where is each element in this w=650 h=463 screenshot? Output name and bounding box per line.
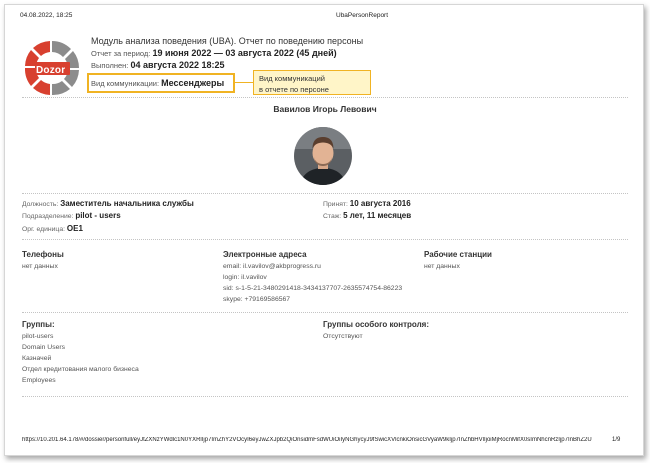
communication-type-value: Мессенджеры — [161, 78, 225, 88]
person-name: Вавилов Игорь Левович — [273, 104, 377, 114]
phones-value: нет данных — [22, 263, 58, 270]
divider — [22, 396, 628, 397]
group-item: Domain Users — [22, 344, 66, 351]
address-login: login: il.vavilov — [223, 274, 267, 281]
special-groups-title: Группы особого контроля: — [323, 320, 429, 329]
workstations-value: нет данных — [424, 263, 460, 270]
callout-connector — [235, 82, 253, 83]
period-value: 19 июня 2022 — 03 августа 2022 (45 дней) — [152, 48, 337, 58]
hired-field: Принят: 10 августа 2016 — [323, 199, 411, 208]
annotation-callout: Вид коммуникаций в отчете по персоне — [253, 70, 371, 95]
group-item: pilot-users — [22, 333, 54, 340]
period-label: Отчет за период: — [91, 49, 151, 58]
completed-value: 04 августа 2022 18:25 — [130, 60, 225, 70]
addresses-title: Электронные адреса — [223, 250, 307, 259]
position-label: Должность: — [22, 201, 59, 208]
divider — [22, 193, 628, 194]
divider — [22, 97, 628, 98]
address-email: email: il.vavilov@akbprogress.ru — [223, 263, 321, 270]
communication-type-label: Вид коммуникации: — [91, 79, 160, 88]
department-value: pilot - users — [75, 211, 121, 220]
position-field: Должность: Заместитель начальника службы — [22, 199, 194, 208]
footer-page-number: 1/9 — [612, 437, 621, 443]
group-item: Казначей — [22, 355, 52, 362]
hired-value: 10 августа 2016 — [349, 199, 411, 208]
org-unit-value: OE1 — [66, 224, 83, 233]
print-doc-title: UbaPersonReport — [336, 12, 389, 19]
position-value: Заместитель начальника службы — [60, 199, 194, 208]
report-period: Отчет за период: 19 июня 2022 — 03 авгус… — [91, 48, 337, 58]
groups-title: Группы: — [22, 320, 55, 329]
completed-label: Выполнен: — [91, 61, 129, 70]
special-groups-value: Отсутствуют — [323, 333, 363, 340]
org-unit-field: Орг. единица: OE1 — [22, 224, 83, 233]
tenure-field: Стаж: 5 лет, 11 месяцев — [323, 211, 411, 220]
print-datetime: 04.08.2022, 18:25 — [20, 12, 73, 19]
report-title: Модуль анализа поведения (UBA). Отчет по… — [91, 36, 364, 46]
divider — [22, 312, 628, 313]
department-label: Подразделение: — [22, 213, 74, 220]
phones-title: Телефоны — [22, 250, 64, 259]
callout-line-2: в отчете по персоне — [259, 85, 329, 94]
callout-line-1: Вид коммуникаций — [259, 74, 325, 83]
tenure-label: Стаж: — [323, 213, 342, 220]
address-skype: skype: +79169586567 — [223, 296, 291, 303]
group-item: Отдел кредитования малого бизнеса — [22, 366, 139, 373]
footer-url: https://10.201.64.178/#/dossier/personfu… — [22, 437, 592, 443]
avatar — [294, 127, 352, 185]
tenure-value: 5 лет, 11 месяцев — [343, 211, 412, 220]
report-completed: Выполнен: 04 августа 2022 18:25 — [91, 60, 225, 70]
logo-wordmark: Dozor — [36, 65, 66, 76]
divider — [22, 239, 628, 240]
communication-type-highlight: Вид коммуникации: Мессенджеры — [87, 73, 235, 93]
group-item: Employees — [22, 377, 56, 384]
workstations-title: Рабочие станции — [424, 250, 492, 259]
address-sid: sid: s-1-5-21-3480291418-3434137707-2635… — [223, 285, 403, 292]
org-unit-label: Орг. единица: — [22, 226, 65, 233]
hired-label: Принят: — [323, 201, 348, 208]
department-field: Подразделение: pilot - users — [22, 211, 121, 220]
